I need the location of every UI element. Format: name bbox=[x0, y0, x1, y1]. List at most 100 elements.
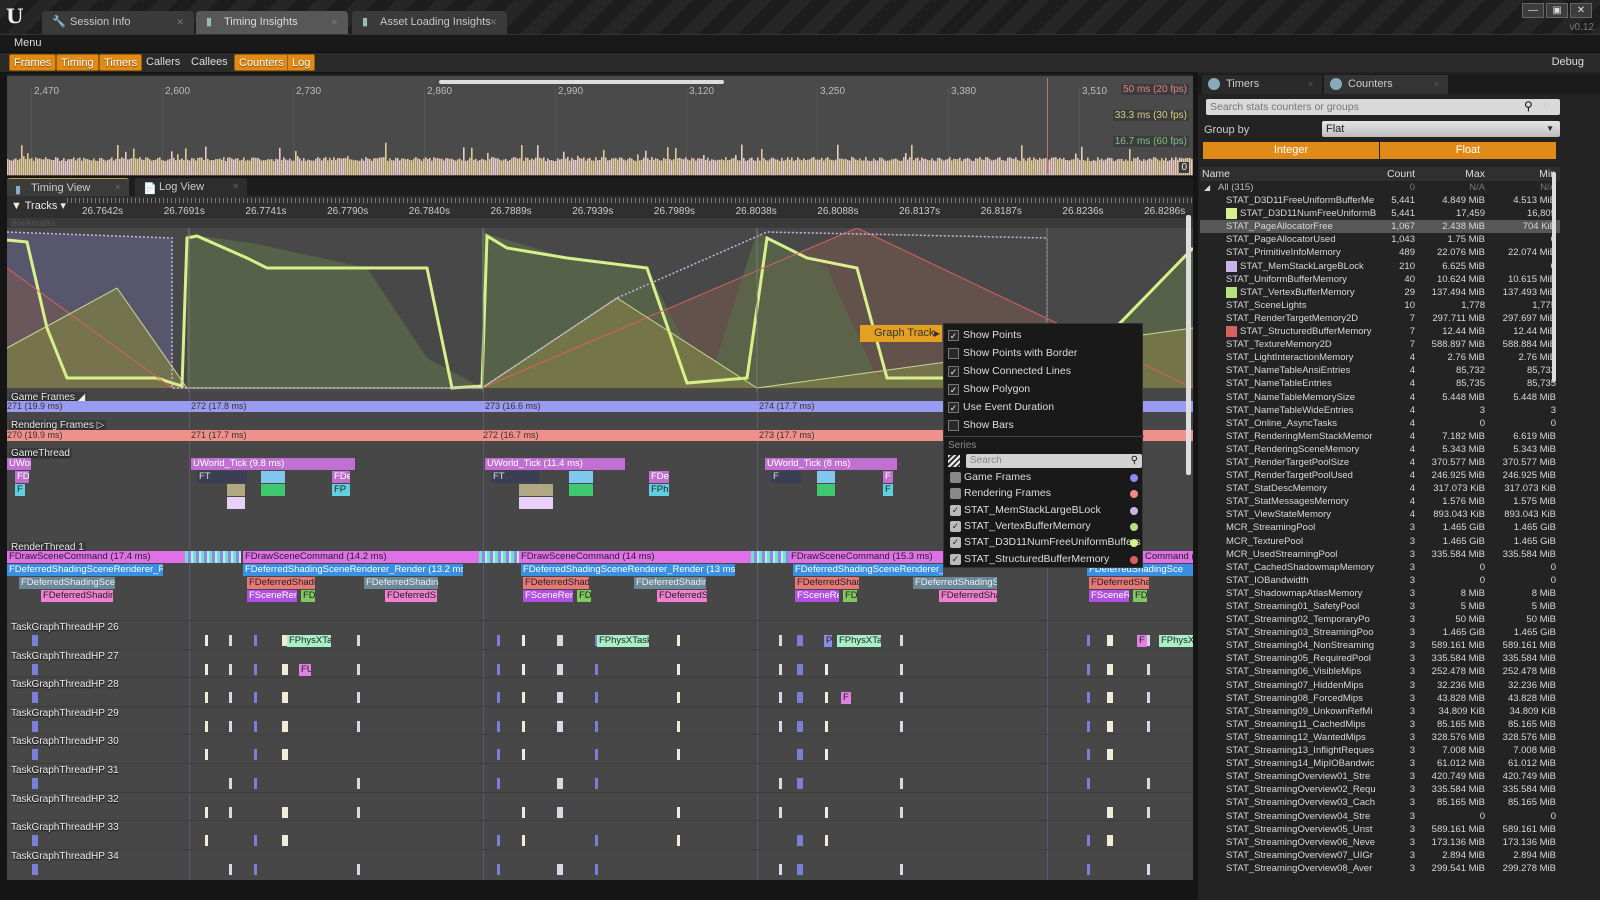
frame-bar[interactable] bbox=[1043, 158, 1045, 175]
frame-bar[interactable] bbox=[913, 160, 915, 175]
frame-bar[interactable] bbox=[653, 159, 655, 175]
frame-bar[interactable] bbox=[809, 159, 811, 175]
series-color-dot[interactable] bbox=[1130, 506, 1138, 515]
task-thread-header[interactable]: TaskGraphThreadHP 27 bbox=[9, 651, 121, 662]
frame-bar[interactable] bbox=[145, 157, 147, 175]
tracks-filter-button[interactable]: ▼ Tracks ▾ bbox=[11, 199, 66, 212]
frame-bar[interactable] bbox=[675, 148, 677, 175]
frame-bar[interactable] bbox=[911, 144, 913, 175]
frame-bar[interactable] bbox=[857, 160, 859, 175]
counter-row[interactable]: STAT_RenderingMemStackMemor 4 7.182 MiB 6.6… bbox=[1200, 430, 1560, 443]
timing-event[interactable]: FDeferredS bbox=[657, 590, 707, 602]
timing-event[interactable]: FDrawSceneCommand (14 ms) bbox=[519, 551, 751, 563]
frame-bar[interactable] bbox=[111, 157, 113, 175]
frame-bar[interactable] bbox=[203, 160, 205, 175]
timing-event[interactable]: FDeferredSha bbox=[939, 590, 997, 602]
task-event[interactable] bbox=[497, 778, 500, 789]
frame-bar[interactable] bbox=[359, 160, 361, 175]
frame-bar[interactable] bbox=[339, 158, 341, 175]
frame-bar[interactable] bbox=[585, 160, 587, 175]
task-event[interactable] bbox=[1087, 663, 1090, 675]
frame-bar[interactable] bbox=[1113, 160, 1115, 175]
integer-filter-toggle[interactable]: Integer bbox=[1203, 142, 1379, 159]
frame-bar[interactable] bbox=[473, 159, 475, 175]
frame-bar[interactable] bbox=[811, 157, 813, 175]
frame-bar[interactable] bbox=[1107, 157, 1109, 175]
frame-bar[interactable] bbox=[565, 158, 567, 175]
task-event[interactable] bbox=[282, 663, 288, 675]
frame-bar[interactable] bbox=[1129, 148, 1131, 175]
frame-bar[interactable] bbox=[373, 158, 375, 175]
frame-bar[interactable] bbox=[439, 158, 441, 175]
frame-bar[interactable] bbox=[983, 159, 985, 175]
timing-event[interactable]: FDeferredShadingScen bbox=[19, 577, 115, 589]
frame-bar[interactable] bbox=[611, 158, 613, 175]
frame-bar[interactable] bbox=[669, 159, 671, 175]
frame-bar[interactable] bbox=[821, 157, 823, 175]
counter-row[interactable]: STAT_RenderTargetPoolUsed 4 246.925 MiB 246… bbox=[1200, 469, 1560, 482]
menu-option-show-connected-lines[interactable]: ✓ Show Connected Lines bbox=[944, 364, 1144, 380]
task-event[interactable] bbox=[797, 835, 803, 847]
task-event[interactable]: FU bbox=[299, 663, 311, 676]
minimize-button[interactable]: — bbox=[1522, 3, 1544, 18]
frame-bar[interactable] bbox=[963, 159, 965, 175]
frame-bar[interactable] bbox=[589, 157, 591, 175]
counter-row[interactable]: STAT_StreamingOverview06_Neve 3 173.136 Mi… bbox=[1200, 836, 1560, 849]
frame-bar[interactable] bbox=[79, 157, 81, 175]
frame-bar[interactable] bbox=[731, 158, 733, 175]
timing-event[interactable]: F bbox=[771, 471, 801, 483]
frame-bar[interactable] bbox=[157, 158, 159, 175]
frame-bar[interactable] bbox=[255, 158, 257, 175]
series-item[interactable]: Rendering Frames bbox=[944, 486, 1144, 502]
frame-bar[interactable] bbox=[1099, 159, 1101, 175]
task-thread-track[interactable]: TaskGraphThreadHP 31 bbox=[7, 763, 1193, 792]
frame-bar[interactable] bbox=[597, 160, 599, 175]
frame-bar[interactable] bbox=[63, 158, 65, 175]
task-thread-header[interactable]: TaskGraphThreadHP 34 bbox=[9, 851, 121, 862]
frame-bar[interactable] bbox=[793, 160, 795, 175]
frame-bar[interactable] bbox=[707, 157, 709, 175]
task-event[interactable] bbox=[557, 635, 563, 646]
tab-timers[interactable]: Timers ✕ bbox=[1202, 75, 1322, 94]
frame-bar[interactable] bbox=[751, 157, 753, 175]
timing-event[interactable] bbox=[519, 497, 553, 509]
frame-bar[interactable] bbox=[757, 157, 759, 175]
timing-event[interactable]: FSceneRe bbox=[795, 590, 839, 602]
frame-bar[interactable] bbox=[1101, 158, 1103, 175]
frame-bar[interactable] bbox=[1093, 160, 1095, 175]
tab-log-view[interactable]: 📄 Log View ✕ bbox=[135, 178, 247, 196]
counter-row[interactable]: STAT_Streaming04_NonStreaming 3 589.161 Mi… bbox=[1200, 639, 1560, 652]
frame-bar[interactable] bbox=[631, 158, 633, 175]
task-event[interactable] bbox=[677, 720, 680, 732]
counter-row[interactable]: STAT_D3D11NumFreeUniformB 5,441 17,459 16,8… bbox=[1200, 207, 1560, 220]
frame-bar[interactable] bbox=[583, 157, 585, 175]
frame-bar[interactable] bbox=[97, 160, 99, 175]
task-thread-header[interactable]: TaskGraphThreadHP 30 bbox=[9, 736, 121, 747]
frame-bar[interactable] bbox=[703, 155, 705, 175]
frame-bar[interactable] bbox=[361, 158, 363, 175]
counter-row[interactable]: STAT_StreamingOverview02_Requ 3 335.584 Mi… bbox=[1200, 783, 1560, 796]
frame-bar[interactable] bbox=[679, 157, 681, 175]
frame-bar[interactable] bbox=[483, 159, 485, 175]
frame-bar[interactable] bbox=[253, 157, 255, 175]
frame-bar[interactable] bbox=[223, 157, 225, 175]
frame-bar[interactable] bbox=[393, 160, 395, 175]
frame-bar[interactable] bbox=[281, 160, 283, 175]
frame-bar[interactable] bbox=[689, 160, 691, 175]
frame-bar[interactable] bbox=[699, 158, 701, 175]
task-event[interactable] bbox=[205, 663, 208, 675]
task-event[interactable] bbox=[900, 692, 903, 704]
task-event[interactable] bbox=[595, 749, 598, 761]
series-item[interactable]: ✓ STAT_MemStackLargeBLock bbox=[944, 503, 1144, 519]
frame-bar[interactable] bbox=[341, 158, 343, 175]
task-event[interactable] bbox=[825, 663, 828, 675]
frame-bar[interactable] bbox=[287, 160, 289, 175]
task-event[interactable] bbox=[825, 835, 828, 847]
frame-bar[interactable] bbox=[385, 142, 387, 175]
frame-label[interactable]: 271 (17.7 ms) bbox=[191, 430, 247, 441]
frame-bar[interactable] bbox=[51, 160, 53, 175]
frame-bar[interactable] bbox=[437, 157, 439, 175]
frame-bar[interactable] bbox=[535, 157, 537, 175]
frame-bar[interactable] bbox=[1081, 146, 1083, 175]
timing-event[interactable]: FDeferredShadin bbox=[41, 590, 113, 602]
